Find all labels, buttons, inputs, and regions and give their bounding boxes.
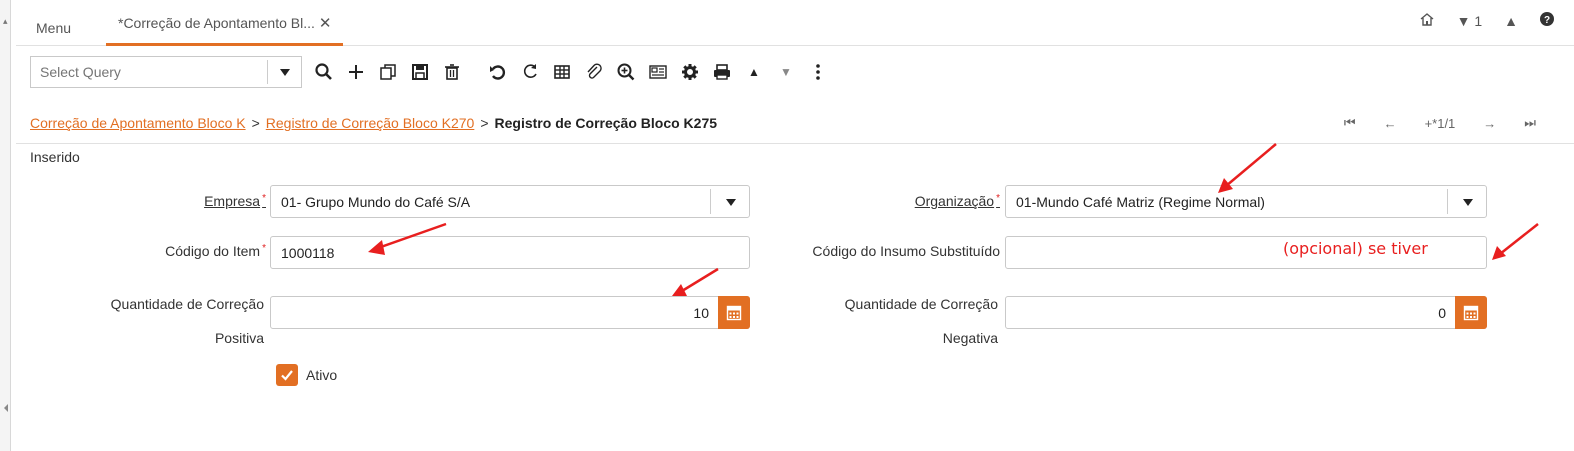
codigo-item-label: Código do Item * [116,243,266,259]
annotation-arrow [1492,223,1539,260]
required-mark: * [262,243,266,254]
record-status: Inserido [30,149,80,165]
calculator-icon[interactable] [1455,296,1487,329]
organizacao-label-text: Organização [914,193,995,209]
qtd-positiva-label-line2: Positiva [214,330,264,346]
ativo-label: Ativo [306,367,338,383]
empresa-combobox[interactable] [270,185,750,218]
annotation-arrow [672,267,719,296]
combo-separator [267,60,268,84]
more-icon[interactable] [802,56,834,88]
next-record-icon[interactable]: → [1483,116,1496,131]
down-icon[interactable]: ▼ [770,56,802,88]
undo-icon[interactable] [482,56,514,88]
tab-bar: Menu *Correção de Apontamento Bl... ✕ ▼ 1… [16,0,1574,46]
tab-active-window[interactable]: *Correção de Apontamento Bl... ✕ [106,0,344,46]
qtd-negativa-field[interactable] [1005,296,1487,329]
window-count: 1 [1474,12,1483,29]
organizacao-label[interactable]: Organização * [836,193,1000,209]
combo-separator [1447,189,1448,214]
record-navigation: ⏮ ← +*1/1 → ⏭ [1344,115,1536,131]
window-content: Menu *Correção de Apontamento Bl... ✕ ▼ 1… [16,0,1574,451]
settings-icon[interactable] [674,56,706,88]
attachment-icon[interactable] [578,56,610,88]
refresh-icon[interactable] [514,56,546,88]
divider [16,143,1574,144]
last-record-icon[interactable]: ⏭ [1524,115,1536,131]
zoom-icon[interactable] [610,56,642,88]
organizacao-input[interactable] [1006,186,1486,217]
ativo-checkbox[interactable]: Ativo [276,364,337,386]
record-position: +*1/1 [1424,115,1456,131]
qtd-negativa-label-line2: Negativa [942,330,998,346]
breadcrumb-separator: > [251,115,260,131]
grid-toggle-icon[interactable] [546,56,578,88]
empresa-label[interactable]: Empresa * [166,193,266,209]
codigo-item-label-text: Código do Item [165,243,261,259]
tab-active-label: *Correção de Apontamento Bl... [118,15,315,31]
organizacao-combobox[interactable] [1005,185,1487,218]
empresa-label-text: Empresa [204,193,261,209]
toolbar: ▲ ▼ [16,52,1574,94]
tab-menu[interactable]: Menu [36,20,71,54]
previous-record-icon[interactable]: ← [1384,116,1397,131]
checkmark-icon[interactable] [276,364,298,386]
select-query-input[interactable] [31,57,261,87]
required-mark: * [262,193,266,204]
toolbar-buttons: ▲ ▼ [308,56,834,88]
qtd-negativa-label-line1: Quantidade de Correção [844,296,998,312]
copy-icon[interactable] [372,56,404,88]
qtd-positiva-input[interactable] [271,297,749,328]
close-tab-icon[interactable]: ✕ [319,15,332,32]
qtd-negativa-input[interactable] [1006,297,1486,328]
combo-separator [710,189,711,214]
qtd-positiva-field[interactable] [270,296,750,329]
breadcrumb: Correção de Apontamento Bloco K > Registro… [30,115,717,131]
qtd-negativa-label: Quantidade de Correção Negativa [792,287,998,355]
qtd-positiva-label: Quantidade de Correção Positiva [56,287,264,355]
qtd-positiva-label-line1: Quantidade de Correção [110,296,264,312]
breadcrumb-link-k270[interactable]: Registro de Correção Bloco K270 [266,115,475,131]
home-icon[interactable] [1419,12,1435,29]
help-icon[interactable]: ? [1540,12,1554,29]
first-record-icon[interactable]: ⏮ [1344,115,1356,131]
left-panel-strip[interactable]: ▴ [0,0,11,451]
save-icon[interactable] [404,56,436,88]
codigo-item-input[interactable] [271,237,749,268]
breadcrumb-separator: > [480,115,489,131]
chevron-down-icon[interactable] [726,199,736,206]
required-mark: * [996,193,1000,204]
search-icon[interactable] [308,56,340,88]
breadcrumb-current: Registro de Correção Bloco K275 [494,115,718,131]
window-list-dropdown[interactable]: ▼ 1 [1457,13,1483,29]
svg-text:?: ? [1544,15,1550,26]
select-query-combobox[interactable] [30,56,302,88]
chevron-down-icon[interactable] [1463,199,1473,206]
chevron-down-icon[interactable] [280,69,290,76]
print-icon[interactable] [706,56,738,88]
codigo-insumo-label: Código do Insumo Substituído [812,243,1000,259]
caret-up-icon[interactable]: ▲ [1504,13,1518,29]
caret-down-icon: ▼ [1456,12,1471,29]
window-controls: ▼ 1 ▲ ? [1419,12,1554,29]
calculator-icon[interactable] [718,296,750,329]
codigo-item-field[interactable] [270,236,750,269]
expand-dot-icon: ▴ [3,16,8,26]
up-icon[interactable]: ▲ [738,56,770,88]
empresa-input[interactable] [271,186,749,217]
annotation-note: (opcional) se tiver [1283,239,1428,258]
new-record-icon[interactable] [340,56,372,88]
delete-icon[interactable] [436,56,468,88]
report-icon[interactable] [642,56,674,88]
breadcrumb-link-bloco-k[interactable]: Correção de Apontamento Bloco K [30,115,246,131]
collapse-left-icon[interactable] [4,404,8,412]
